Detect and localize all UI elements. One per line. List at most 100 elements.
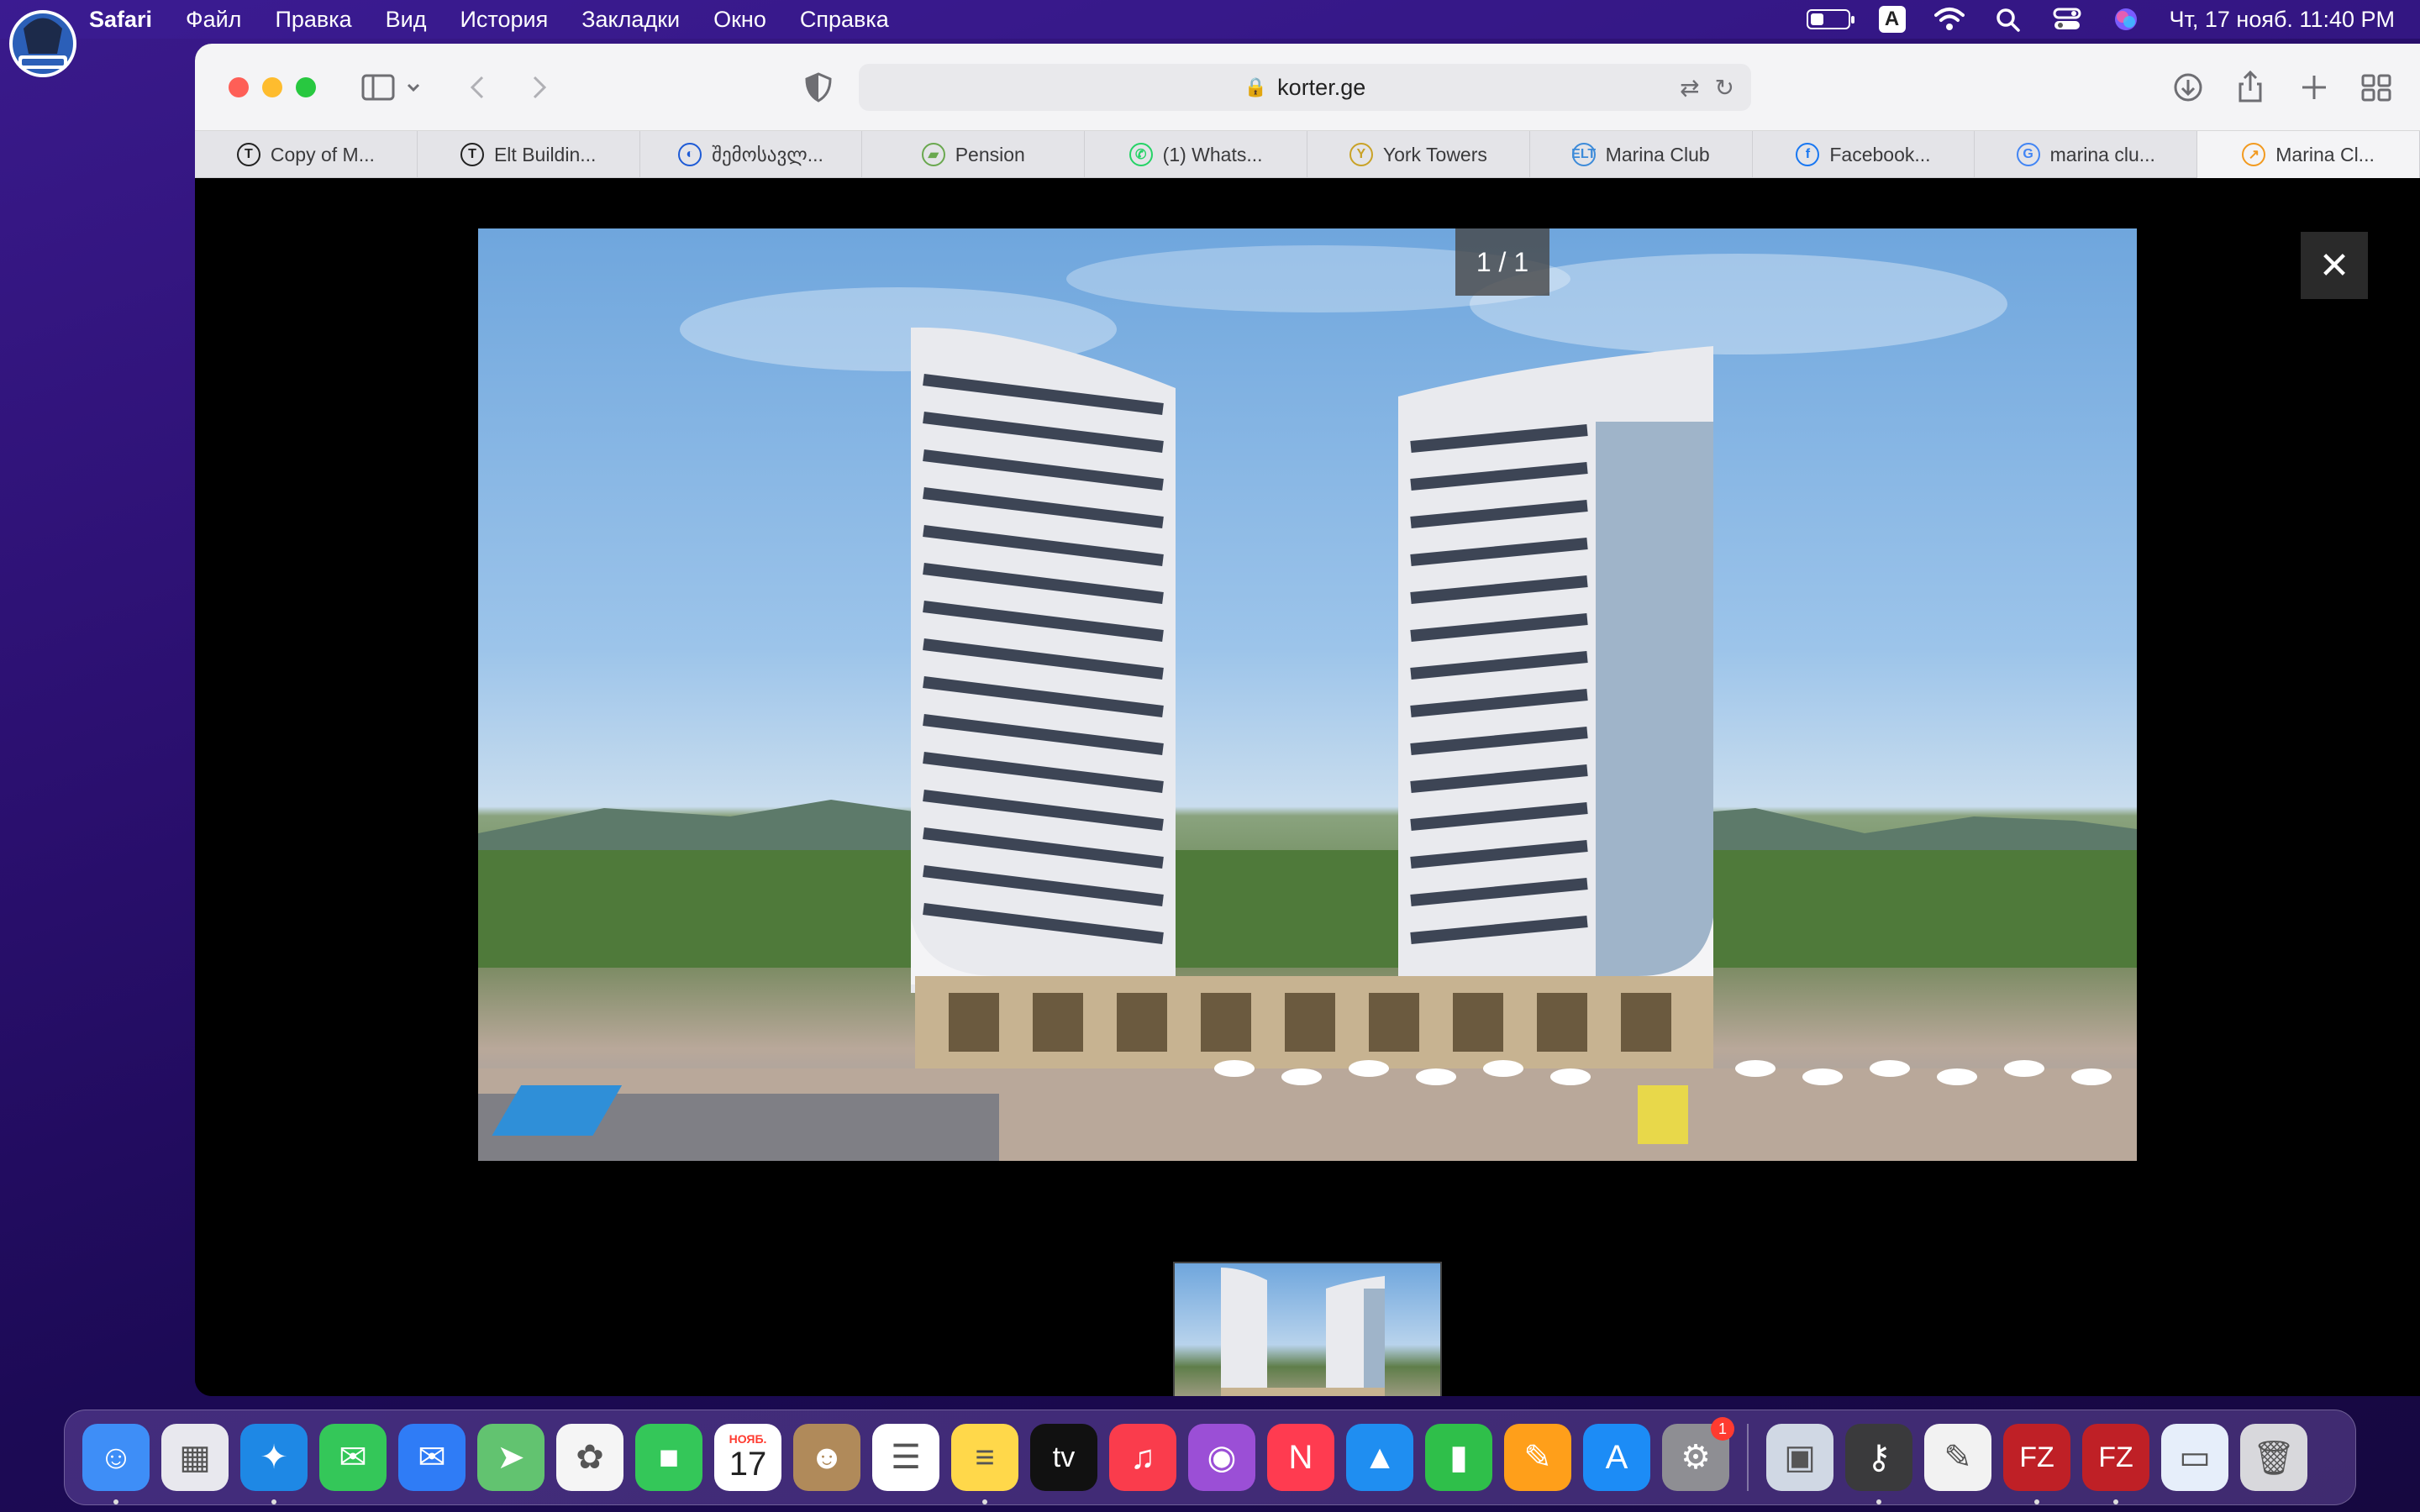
music-glyph: ♫	[1130, 1438, 1155, 1476]
contacts-icon[interactable]: ☻	[793, 1424, 860, 1491]
mail-icon[interactable]: ✉	[398, 1424, 466, 1491]
thumbnail-illustration	[1221, 1268, 1385, 1396]
reload-icon[interactable]: ↻	[1715, 74, 1734, 102]
menu-file[interactable]: Файл	[186, 7, 241, 33]
browser-tab[interactable]: ELT Marina Club	[1530, 131, 1753, 178]
close-lightbox-button[interactable]: ✕	[2301, 232, 2368, 299]
filezilla-recent-icon[interactable]: FZ	[2082, 1424, 2149, 1504]
tab-favicon-icon: ✆	[1128, 143, 1153, 166]
tab-label: Facebook...	[1829, 143, 1931, 165]
reminders-icon[interactable]: ☰	[872, 1424, 939, 1491]
siri-icon[interactable]	[2111, 6, 2141, 33]
tab-favicon-icon: T	[460, 143, 484, 166]
trash-icon[interactable]: 🗑	[2240, 1424, 2307, 1491]
browser-tab[interactable]: ◐ შემოსავლ...	[640, 131, 863, 178]
dock: ☺ ▦ ✦ ✉ ✉ ➤ ✿ ■ НОЯБ. 17 ☻ ☰ ≡ tv ♫ ◉ N ▲ ▮ ✎ A ⚙ 1 ▣ ⚷ ✎ FZ FZ ▭ 🗑	[64, 1410, 2356, 1505]
zoom-window-button[interactable]	[296, 77, 316, 97]
keynote-icon[interactable]: ▲	[1346, 1424, 1413, 1491]
apple-tv-glyph: tv	[1052, 1441, 1076, 1473]
battery-icon[interactable]	[1806, 9, 1854, 29]
menu-window[interactable]: Окно	[713, 7, 766, 33]
running-indicator	[982, 1499, 987, 1504]
system-settings-icon[interactable]: ⚙ 1	[1662, 1417, 1734, 1491]
window-preview-icon[interactable]: ▭	[2161, 1424, 2228, 1491]
messages-glyph: ✉	[339, 1439, 367, 1476]
safari-icon[interactable]: ✦	[240, 1424, 308, 1504]
podcasts-icon[interactable]: ◉	[1188, 1424, 1255, 1491]
menu-history[interactable]: История	[460, 7, 549, 33]
safari-window: 🔒 korter.ge ⇄ ↻ T Copy of M... T Elt Buildi…	[195, 44, 2420, 1396]
batumi-logo-icon	[9, 10, 76, 77]
minimize-window-button[interactable]	[262, 77, 282, 97]
menu-view[interactable]: Вид	[386, 7, 427, 33]
notes-icon[interactable]: ≡	[951, 1424, 1018, 1504]
preview-glyph: ▣	[1784, 1439, 1816, 1476]
apple-tv-icon[interactable]: tv	[1030, 1424, 1097, 1491]
downloads-icon[interactable]	[2170, 69, 2207, 106]
privacy-shield-icon[interactable]	[800, 69, 837, 106]
finder-icon[interactable]: ☺	[82, 1424, 150, 1504]
control-center-icon[interactable]	[2052, 6, 2082, 33]
browser-toolbar: 🔒 korter.ge ⇄ ↻	[195, 44, 2420, 131]
filezilla-icon[interactable]: FZ	[2003, 1424, 2070, 1504]
music-icon[interactable]: ♫	[1109, 1424, 1176, 1491]
menu-edit[interactable]: Правка	[275, 7, 351, 33]
safari-glyph: ✦	[260, 1439, 288, 1476]
sidebar-icon[interactable]	[360, 69, 397, 106]
facetime-icon[interactable]: ■	[635, 1424, 702, 1491]
tab-favicon-icon: ↗	[2242, 143, 2266, 166]
menu-bar: Safari Файл Правка Вид История Закладки …	[0, 0, 2420, 77]
close-icon: ✕	[2318, 244, 2350, 286]
browser-tab[interactable]: ✆ (1) Whats...	[1085, 131, 1307, 178]
image-thumbnail[interactable]	[1173, 1262, 1442, 1396]
tab-favicon-icon: ELT	[1571, 143, 1596, 166]
browser-tab[interactable]: Y York Towers	[1307, 131, 1530, 178]
browser-tab[interactable]: Gmarina clu...	[1975, 131, 2198, 178]
tab-overview-icon[interactable]	[2358, 69, 2395, 106]
menu-app-name[interactable]: Safari	[89, 7, 152, 33]
window-preview-glyph: ▭	[2179, 1439, 2211, 1476]
building-render-image[interactable]	[478, 228, 2137, 1161]
menu-bookmarks[interactable]: Закладки	[581, 7, 680, 33]
messages-icon[interactable]: ✉	[319, 1424, 387, 1491]
photos-glyph: ✿	[576, 1439, 604, 1476]
spotlight-search-icon[interactable]	[1993, 6, 2023, 33]
tab-label: Pension	[955, 143, 1025, 165]
numbers-icon[interactable]: ▮	[1425, 1424, 1492, 1491]
calendar-icon[interactable]: НОЯБ. 17	[714, 1424, 781, 1491]
back-icon[interactable]	[460, 69, 497, 106]
contacts-glyph: ☻	[808, 1438, 845, 1476]
news-icon[interactable]: N	[1267, 1424, 1334, 1491]
notes-glyph: ≡	[975, 1438, 995, 1476]
share-icon[interactable]	[2232, 69, 2269, 106]
menu-help[interactable]: Справка	[800, 7, 889, 33]
tab-label: Elt Buildin...	[493, 143, 597, 165]
app-store-icon[interactable]: A	[1583, 1424, 1650, 1491]
pages-icon[interactable]: ✎	[1504, 1424, 1571, 1491]
browser-tab[interactable]: ▰ Pension	[862, 131, 1086, 178]
tab-label: York Towers	[1382, 143, 1487, 165]
textedit-icon[interactable]: ✎	[1924, 1424, 1991, 1491]
new-tab-icon[interactable]	[2296, 69, 2333, 106]
wifi-icon[interactable]	[1933, 6, 1965, 33]
menu-clock[interactable]: Чт, 17 нояб. 11:40 PM	[2170, 7, 2395, 33]
news-glyph: N	[1288, 1438, 1313, 1476]
forward-icon[interactable]	[519, 69, 556, 106]
keyboard-layout-indicator[interactable]: A	[1878, 6, 1906, 33]
keychain-icon[interactable]: ⚷	[1845, 1424, 1912, 1504]
launchpad-icon[interactable]: ▦	[161, 1424, 229, 1491]
maps-icon[interactable]: ➤	[477, 1424, 544, 1491]
chevron-down-icon[interactable]	[402, 69, 425, 106]
address-bar[interactable]: 🔒 korter.ge ⇄ ↻	[859, 64, 1751, 111]
preview-icon[interactable]: ▣	[1766, 1424, 1833, 1491]
browser-tab[interactable]: f Facebook...	[1753, 131, 1975, 178]
translate-icon[interactable]: ⇄	[1680, 74, 1699, 102]
browser-tab[interactable]: T Elt Buildin...	[418, 131, 640, 178]
browser-tab[interactable]: T Copy of M...	[195, 131, 418, 178]
photos-icon[interactable]: ✿	[556, 1424, 623, 1491]
close-window-button[interactable]	[229, 77, 249, 97]
facetime-glyph: ■	[658, 1438, 680, 1476]
tab-label: შემოსავლ...	[712, 143, 823, 165]
browser-tab[interactable]: ↗ Marina Cl...	[2197, 131, 2420, 178]
lock-icon: 🔒	[1244, 76, 1268, 97]
